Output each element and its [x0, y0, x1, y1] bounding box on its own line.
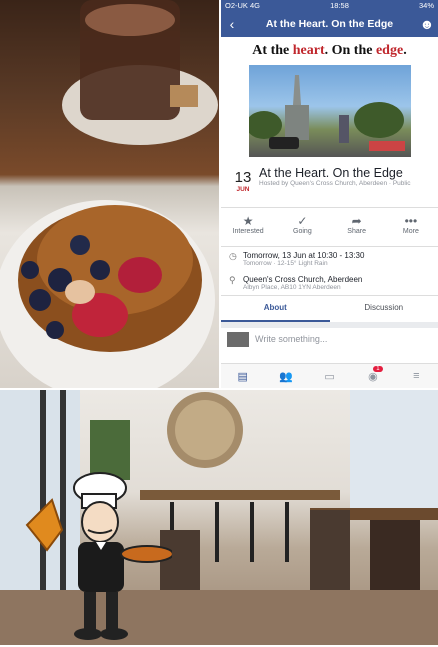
friends-icon[interactable]: 👥	[264, 370, 307, 383]
event-weather: Tomorrow · 12-15° Light Rain	[243, 260, 364, 267]
bottom-tab-bar: ▤ 👥 ▭ ◉1 ≡	[221, 363, 438, 388]
carrier-label: O2-UK 4G	[225, 1, 260, 10]
event-day: 13	[227, 169, 259, 186]
event-time: Tomorrow, 13 Jun at 10:30 - 13:30	[243, 251, 364, 260]
interested-button[interactable]: ★Interested	[221, 208, 275, 246]
event-cover: At the heart. On the edge.	[221, 37, 438, 157]
event-date: 13 JUN	[227, 169, 259, 207]
profile-icon[interactable]: ☻	[416, 16, 438, 32]
event-host[interactable]: Hosted by Queen's Cross Church, Aberdeen…	[259, 180, 411, 188]
going-button[interactable]: ✓Going	[275, 208, 329, 246]
event-location-row[interactable]: ⚲ Queen's Cross Church, Aberdeen Albyn P…	[221, 271, 438, 295]
post-composer[interactable]: Write something...	[221, 322, 438, 350]
status-bar: O2-UK 4G 18:58 34%	[221, 0, 438, 11]
event-month: JUN	[227, 186, 259, 193]
back-chevron-icon[interactable]: ‹	[221, 16, 243, 32]
clock-icon: ◷	[229, 251, 243, 267]
chef-logo	[22, 470, 172, 642]
event-address: Albyn Place, AB10 1YN Aberdeen	[243, 284, 362, 291]
notifications-icon[interactable]: ◉1	[351, 370, 394, 383]
tab-about[interactable]: About	[221, 296, 330, 322]
avatar	[227, 332, 249, 347]
check-icon: ✓	[275, 214, 329, 228]
clock: 18:58	[260, 1, 419, 10]
food-photo	[0, 0, 219, 388]
more-button[interactable]: •••More	[384, 208, 438, 246]
cover-heading: At the heart. On the edge.	[221, 37, 438, 59]
facebook-event-screenshot: O2-UK 4G 18:58 34% ‹ At the Heart. On th…	[221, 0, 438, 388]
event-time-row[interactable]: ◷ Tomorrow, 13 Jun at 10:30 - 13:30 Tomo…	[221, 247, 438, 271]
nav-title: At the Heart. On the Edge	[243, 18, 416, 30]
nav-bar: ‹ At the Heart. On the Edge ☻	[221, 11, 438, 37]
event-actions: ★Interested ✓Going ➦Share •••More	[221, 207, 438, 247]
more-icon: •••	[384, 214, 438, 228]
notification-badge: 1	[373, 366, 382, 372]
composer-placeholder: Write something...	[255, 334, 327, 344]
share-button[interactable]: ➦Share	[330, 208, 384, 246]
share-icon: ➦	[330, 214, 384, 228]
battery-label: 34%	[419, 1, 434, 10]
menu-icon[interactable]: ≡	[395, 370, 438, 382]
location-pin-icon: ⚲	[229, 275, 243, 291]
news-feed-icon[interactable]: ▤	[221, 370, 264, 383]
event-tabs: About Discussion	[221, 295, 438, 322]
tab-discussion[interactable]: Discussion	[330, 296, 438, 322]
event-title: At the Heart. On the Edge	[259, 163, 411, 180]
event-place: Queen's Cross Church, Aberdeen	[243, 275, 362, 284]
cover-image	[249, 65, 411, 157]
star-icon: ★	[221, 214, 275, 228]
event-header: 13 JUN At the Heart. On the Edge Hosted …	[221, 157, 438, 207]
marketplace-icon[interactable]: ▭	[308, 370, 351, 383]
